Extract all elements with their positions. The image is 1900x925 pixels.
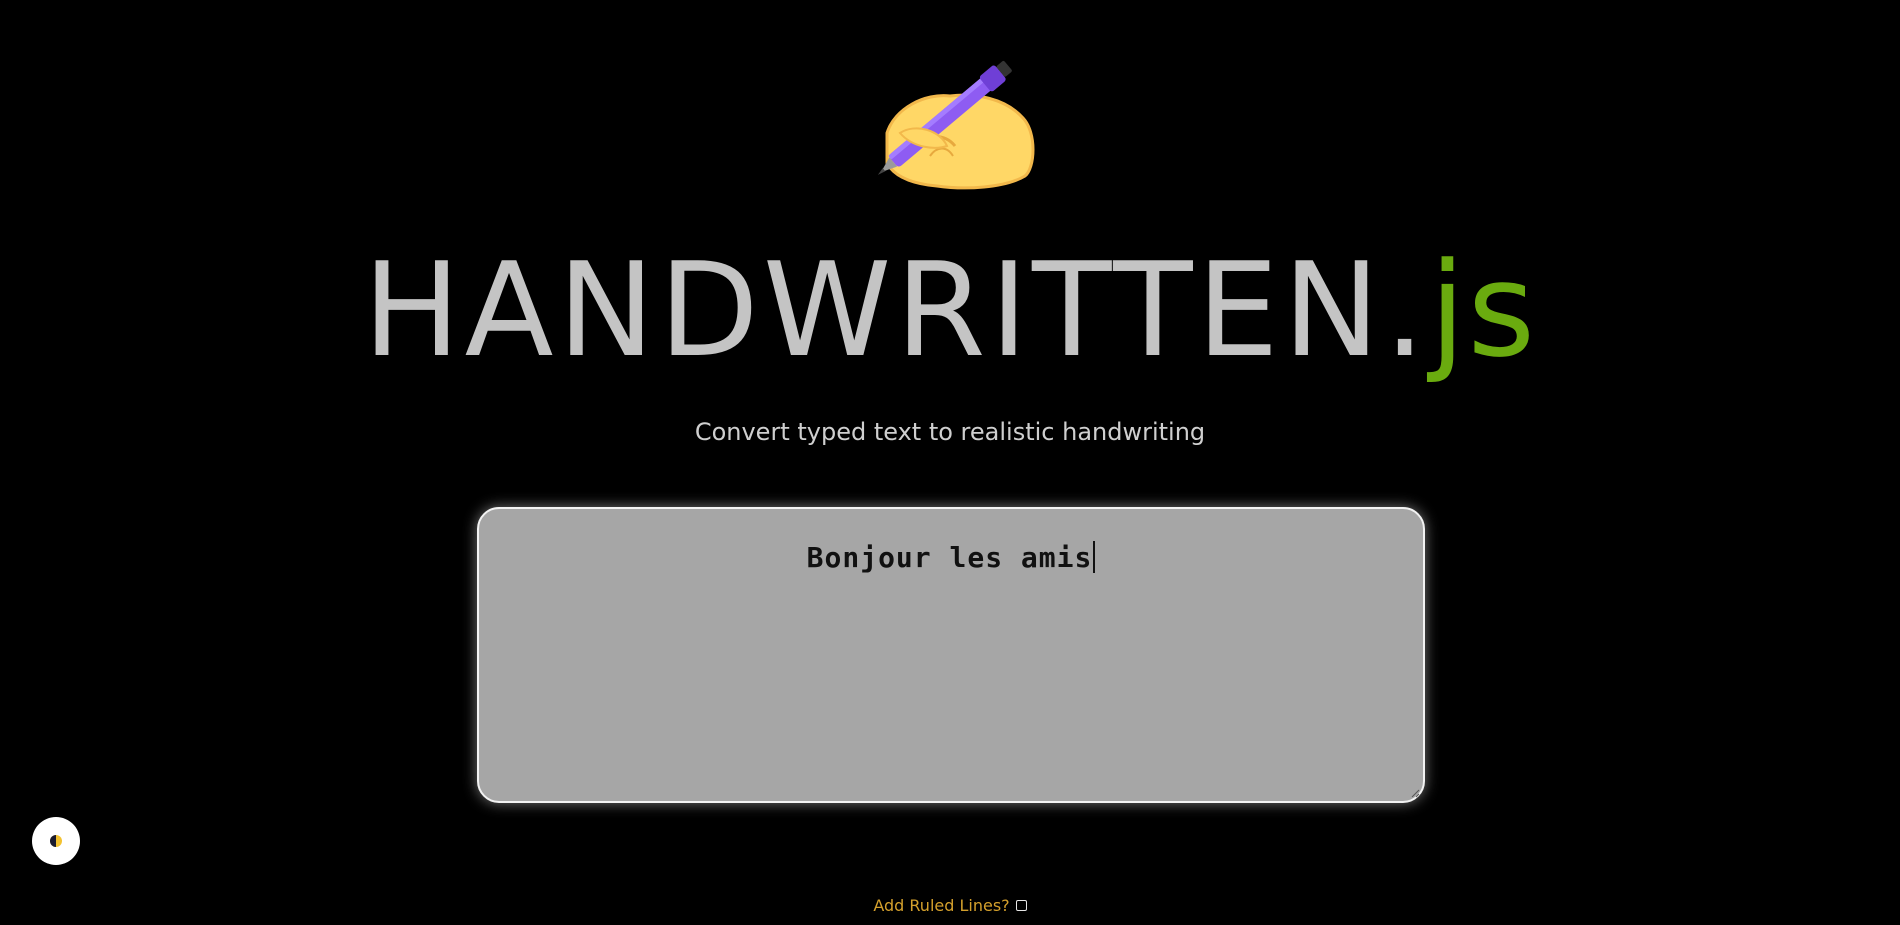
app-title-js-suffix: js: [1429, 234, 1538, 386]
contrast-half-circle-icon: [50, 835, 62, 847]
text-input-area[interactable]: Bonjour les amis: [477, 507, 1425, 803]
resize-handle-icon[interactable]: [1410, 788, 1420, 798]
text-input-value: Bonjour les amis: [806, 541, 1093, 574]
app-title: HANDWRITTEN.js: [0, 230, 1900, 390]
ruled-lines-label: Add Ruled Lines?: [873, 896, 1010, 915]
text-input-value-line: Bonjour les amis: [479, 541, 1423, 574]
page: HANDWRITTEN.js Convert typed text to rea…: [0, 0, 1900, 925]
subtitle: Convert typed text to realistic handwrit…: [694, 418, 1206, 446]
app-title-main: HANDWRITTEN.: [362, 234, 1430, 386]
theme-toggle-button[interactable]: [32, 817, 80, 865]
ruled-lines-option: Add Ruled Lines?: [0, 895, 1900, 915]
text-caret: [1093, 541, 1096, 573]
writing-hand-icon: [877, 61, 1035, 190]
ruled-lines-checkbox[interactable]: [1015, 900, 1027, 911]
